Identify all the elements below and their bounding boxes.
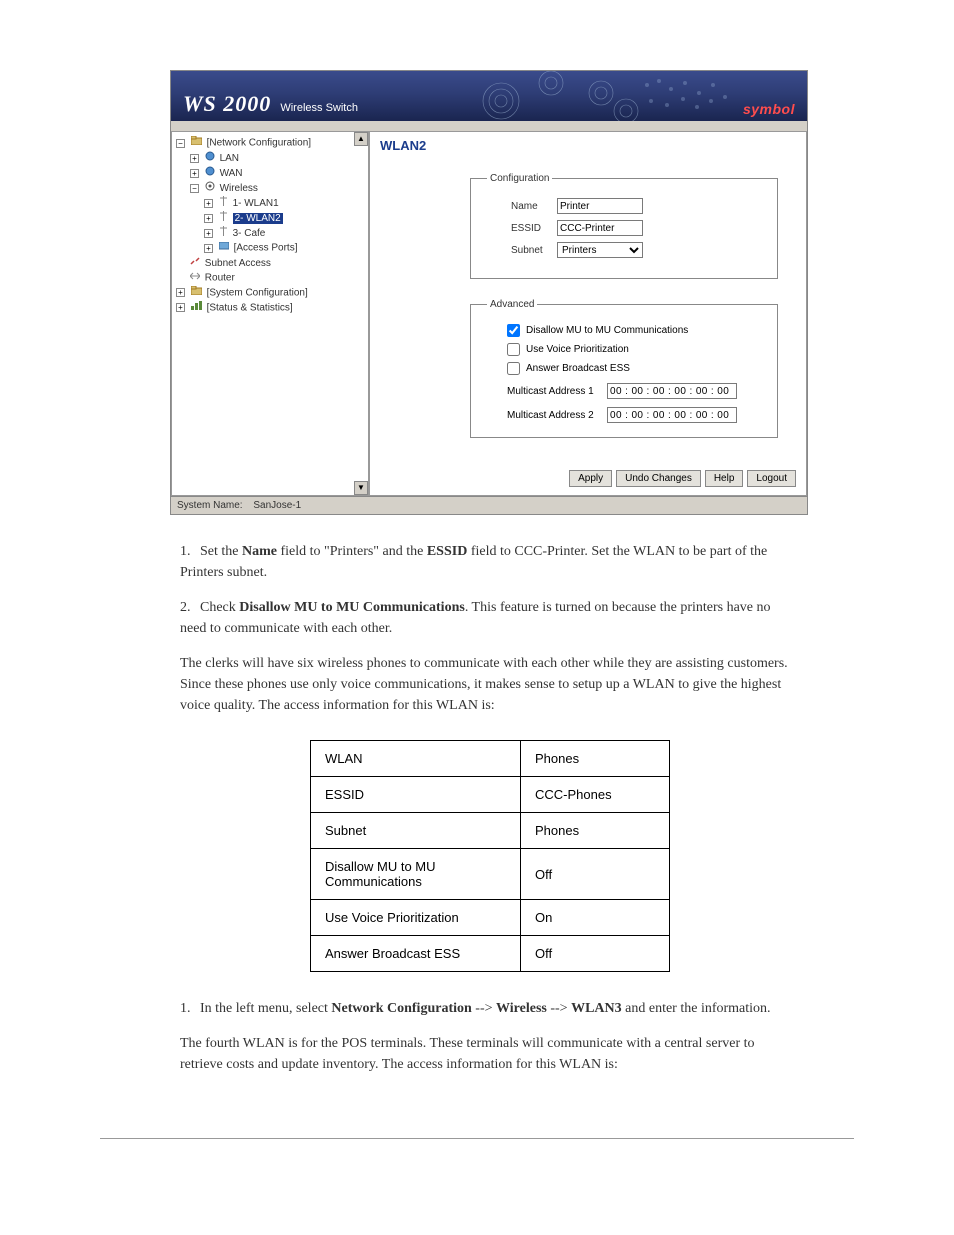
advanced-group: Advanced Disallow MU to MU Communication… [470, 299, 778, 438]
essid-field[interactable] [557, 220, 643, 236]
voice-priority-label: Use Voice Prioritization [526, 344, 629, 355]
table-row: ESSIDCCC-Phones [311, 777, 670, 813]
tree-subnet-access[interactable]: Subnet Access [190, 256, 368, 271]
document-body-2: 1.In the left menu, select Network Confi… [180, 998, 800, 1075]
footer-divider [100, 1138, 854, 1139]
tree-wlan1[interactable]: + 1- WLAN1 [204, 196, 368, 211]
help-button[interactable]: Help [705, 470, 744, 487]
gear-icon [205, 181, 215, 196]
tree-lan[interactable]: + LAN [190, 151, 368, 166]
table-row: SubnetPhones [311, 813, 670, 849]
status-bar: System Name: SanJose-1 [171, 496, 807, 514]
antenna-icon [219, 211, 228, 226]
collapse-icon[interactable]: − [190, 184, 199, 193]
name-field[interactable] [557, 198, 643, 214]
network-icon [205, 166, 215, 181]
multicast1-label: Multicast Address 1 [487, 386, 607, 397]
undo-button[interactable]: Undo Changes [616, 470, 701, 487]
subnet-label: Subnet [487, 245, 557, 256]
decorative-dots [637, 75, 737, 115]
table-row: Use Voice PrioritizationOn [311, 900, 670, 936]
antenna-icon [219, 196, 228, 211]
status-value: SanJose-1 [253, 500, 301, 511]
logout-button[interactable]: Logout [747, 470, 796, 487]
tree-wireless[interactable]: − Wireless + [190, 181, 368, 256]
broadcast-ess-label: Answer Broadcast ESS [526, 363, 630, 374]
expand-icon[interactable]: + [204, 214, 213, 223]
disallow-mu-label: Disallow MU to MU Communications [526, 325, 688, 336]
subnet-select[interactable]: Printers [557, 242, 643, 258]
collapse-icon[interactable]: − [176, 139, 185, 148]
main-content: WLAN2 Configuration Name ESSID [369, 131, 807, 496]
voice-priority-checkbox[interactable] [507, 343, 520, 356]
table-row: Disallow MU to MU CommunicationsOff [311, 849, 670, 900]
expand-icon[interactable]: + [176, 288, 185, 297]
tree-wan[interactable]: + WAN [190, 166, 368, 181]
app-window: WS 2000 Wireless Switch symbol ▲ − [170, 70, 808, 515]
expand-icon[interactable]: + [204, 244, 213, 253]
tree-access-ports[interactable]: + [Access Ports] [204, 241, 368, 256]
table-row: WLANPhones [311, 741, 670, 777]
wlan-settings-table: WLANPhones ESSIDCCC-Phones SubnetPhones … [310, 740, 670, 972]
chart-icon [191, 301, 202, 315]
folder-icon [191, 286, 202, 300]
decorative-waves [481, 71, 661, 121]
tree-status-stats[interactable]: + [Status & Statistics] [176, 301, 368, 316]
header-banner: WS 2000 Wireless Switch symbol [171, 71, 807, 121]
document-body: 1.Set the Name field to "Printers" and t… [180, 541, 800, 716]
product-title: WS 2000 Wireless Switch [183, 91, 358, 117]
configuration-legend: Configuration [487, 173, 552, 184]
multicast1-field[interactable] [607, 383, 737, 399]
tree-system-config[interactable]: + [System Configuration] [176, 286, 368, 301]
broadcast-ess-checkbox[interactable] [507, 362, 520, 375]
tree-router[interactable]: Router [190, 271, 368, 286]
disallow-mu-checkbox[interactable] [507, 324, 520, 337]
tree-network-config[interactable]: − [Network Configuration] + [176, 136, 368, 286]
expand-icon[interactable]: + [204, 229, 213, 238]
network-icon [205, 151, 215, 166]
brand-logo: symbol [743, 101, 795, 117]
table-row: Answer Broadcast ESSOff [311, 936, 670, 972]
tree-cafe[interactable]: + 3- Cafe [204, 226, 368, 241]
essid-label: ESSID [487, 223, 557, 234]
link-icon [190, 256, 200, 271]
antenna-icon [219, 226, 228, 241]
page-title: WLAN2 [380, 138, 798, 153]
nav-tree[interactable]: ▲ − [Network Configuration] + [171, 131, 369, 496]
tree-wlan2[interactable]: + 2- WLAN2 [204, 211, 368, 226]
apply-button[interactable]: Apply [569, 470, 612, 487]
router-icon [190, 271, 200, 285]
advanced-legend: Advanced [487, 299, 537, 310]
expand-icon[interactable]: + [176, 303, 185, 312]
expand-icon[interactable]: + [190, 169, 199, 178]
expand-icon[interactable]: + [204, 199, 213, 208]
device-icon [219, 241, 229, 255]
name-label: Name [487, 201, 557, 212]
multicast2-field[interactable] [607, 407, 737, 423]
configuration-group: Configuration Name ESSID Su [470, 173, 778, 279]
status-label: System Name: [177, 500, 243, 511]
multicast2-label: Multicast Address 2 [487, 410, 607, 421]
scroll-down-button[interactable]: ▼ [354, 481, 368, 495]
folder-icon [191, 136, 202, 150]
expand-icon[interactable]: + [190, 154, 199, 163]
